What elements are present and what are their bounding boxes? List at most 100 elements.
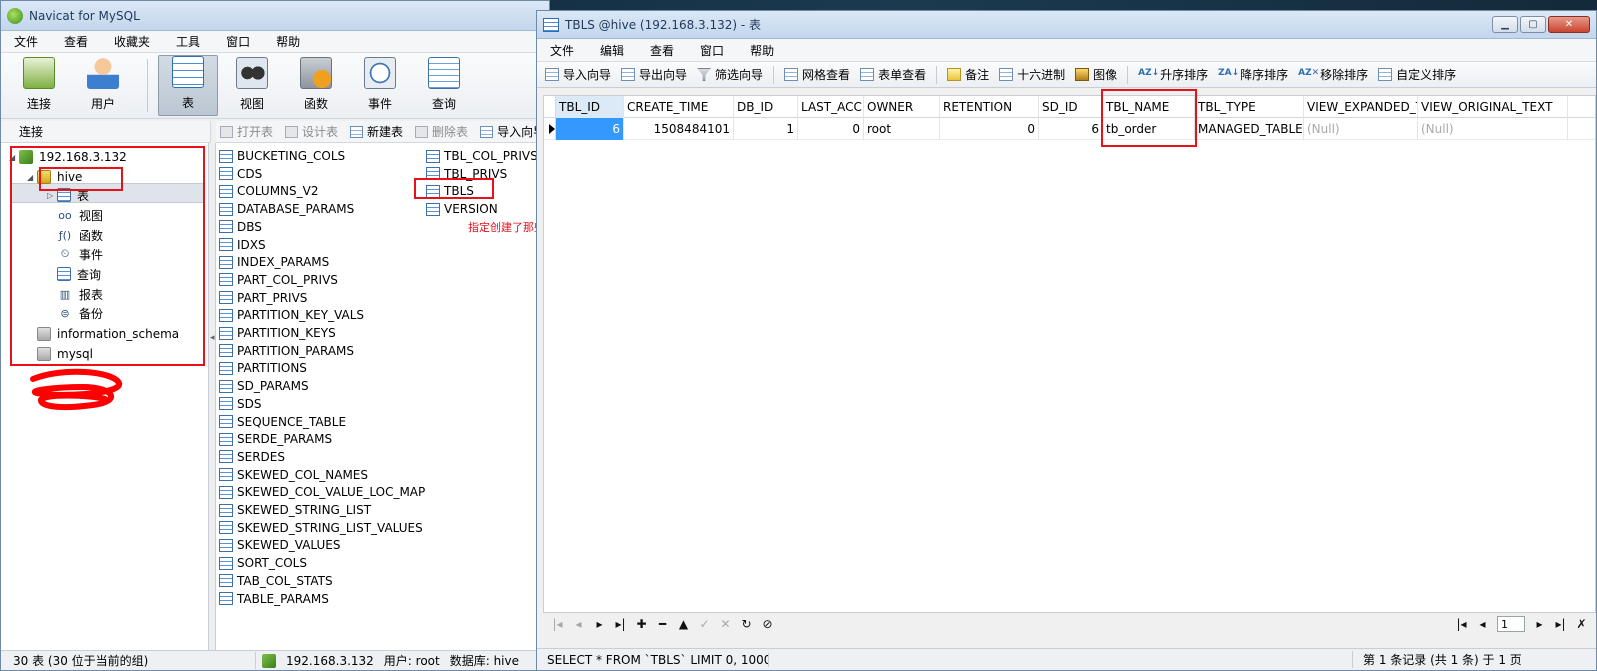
table-list-item[interactable]: PART_COL_PRIVS [219,271,338,289]
table-list-item[interactable]: SD_PARAMS [219,377,309,395]
grid-view-button[interactable]: 网格查看 [784,66,850,83]
table-list-item[interactable]: COLUMNS_V2 [219,182,319,200]
confirm-edit-icon[interactable]: ✓ [694,617,715,631]
table-list-item[interactable]: SORT_COLS [219,554,307,572]
previous-page-icon[interactable]: ◂ [1472,617,1493,631]
connect-button[interactable]: 连接 [9,55,69,116]
table-list-item[interactable]: TBL_COL_PRIVS [426,147,538,165]
open-table-button[interactable]: 打开表 [220,123,273,140]
table-list-item[interactable]: DATABASE_PARAMS [219,200,354,218]
menu-help[interactable]: 帮助 [263,33,313,50]
refresh-icon[interactable]: ↻ [736,617,757,631]
col-header-owner[interactable]: OWNER [864,96,940,118]
cell-last-access[interactable]: 0 [798,118,864,140]
settings-tools-icon[interactable]: ✗ [1571,617,1592,631]
cell-tbl-id[interactable]: 6 [556,118,624,140]
cell-retention[interactable]: 0 [940,118,1039,140]
table-list-item[interactable]: CDS [219,165,262,183]
table-list-item[interactable]: VERSION [426,200,498,218]
table-list-item[interactable]: PART_PRIVS [219,289,307,307]
memo-button[interactable]: 备注 [947,66,989,83]
stop-icon[interactable]: ⊘ [757,617,778,631]
page-number-input[interactable]: 1 [1497,616,1525,632]
table-list-item[interactable]: SERDES [219,448,285,466]
table-list-item[interactable]: PARTITION_PARAMS [219,342,354,360]
menu-file[interactable]: 文件 [1,33,51,50]
last-record-icon[interactable]: ▸| [610,617,631,631]
col-header-view-original-text[interactable]: VIEW_ORIGINAL_TEXT [1418,96,1568,118]
menu-edit[interactable]: 编辑 [587,42,637,59]
delete-table-button[interactable]: 删除表 [415,123,468,140]
table-list-item[interactable]: DBS [219,218,262,236]
pane-splitter[interactable]: ◂ [209,143,216,650]
menu-window[interactable]: 窗口 [687,42,737,59]
menu-view[interactable]: 查看 [51,33,101,50]
import-wizard-button[interactable]: 导入向导 [545,66,611,83]
col-header-sd-id[interactable]: SD_ID [1039,96,1103,118]
table-list-item[interactable]: TAB_COL_STATS [219,572,333,590]
next-record-icon[interactable]: ▸ [589,617,610,631]
table-button[interactable]: 表 [158,55,218,116]
menu-file[interactable]: 文件 [537,42,587,59]
cancel-edit-icon[interactable]: ✕ [715,617,736,631]
close-button[interactable]: ✕ [1548,16,1590,33]
last-page-icon[interactable]: ▸| [1550,617,1571,631]
table-list-item[interactable]: SDS [219,395,261,413]
form-view-button[interactable]: 表单查看 [860,66,926,83]
user-button[interactable]: 用户 [73,55,133,116]
menu-favorites[interactable]: 收藏夹 [101,33,163,50]
menu-help[interactable]: 帮助 [737,42,787,59]
cell-view-expanded-text[interactable]: (Null) [1304,118,1418,140]
cell-owner[interactable]: root [864,118,940,140]
minimize-button[interactable]: ▁ [1492,16,1518,33]
design-table-button[interactable]: 设计表 [285,123,338,140]
event-button[interactable]: 事件 [350,55,410,116]
cell-view-original-text[interactable]: (Null) [1418,118,1568,140]
cell-db-id[interactable]: 1 [734,118,798,140]
first-record-icon[interactable]: |◂ [547,617,568,631]
apply-edit-icon[interactable]: ▲ [673,617,694,631]
menu-window[interactable]: 窗口 [213,33,263,50]
sort-desc-button[interactable]: ZA↓ 降序排序 [1218,66,1288,83]
table-list-item[interactable]: PARTITIONS [219,359,307,377]
cell-tbl-type[interactable]: MANAGED_TABLE [1195,118,1304,140]
cell-sd-id[interactable]: 6 [1039,118,1103,140]
menu-view[interactable]: 查看 [637,42,687,59]
add-record-icon[interactable]: ✚ [631,617,652,631]
export-wizard-button[interactable]: 导出向导 [621,66,687,83]
new-table-button[interactable]: 新建表 [350,123,403,140]
function-button[interactable]: 函数 [286,55,346,116]
col-header-tbl-id[interactable]: TBL_ID [556,96,624,118]
maximize-button[interactable]: ▢ [1520,16,1546,33]
col-header-db-id[interactable]: DB_ID [734,96,798,118]
table-list-item[interactable]: IDXS [219,236,266,254]
table-list-item[interactable]: SEQUENCE_TABLE [219,413,346,431]
table-list-item[interactable]: SKEWED_STRING_LIST [219,501,371,519]
table-list-item[interactable]: INDEX_PARAMS [219,253,329,271]
table-row[interactable]: 6 1508484101 1 0 root 0 6 tb_order MANAG… [544,118,1595,140]
hex-button[interactable]: 十六进制 [999,66,1065,83]
table-list-item[interactable]: SERDE_PARAMS [219,430,332,448]
delete-record-icon[interactable]: ━ [652,617,673,631]
table-list-item[interactable]: BUCKETING_COLS [219,147,345,165]
next-page-icon[interactable]: ▸ [1529,617,1550,631]
cell-create-time[interactable]: 1508484101 [624,118,734,140]
menu-tools[interactable]: 工具 [163,33,213,50]
table-list-item[interactable]: SKEWED_STRING_LIST_VALUES [219,519,423,537]
view-button[interactable]: 视图 [222,55,282,116]
table-list-item[interactable]: PARTITION_KEY_VALS [219,306,364,324]
custom-sort-button[interactable]: 自定义排序 [1378,66,1456,83]
table-list-item[interactable]: SKEWED_VALUES [219,536,340,554]
sort-asc-button[interactable]: AZ↓ 升序排序 [1138,66,1208,83]
col-header-view-expanded-text[interactable]: VIEW_EXPANDED_T [1304,96,1418,118]
col-header-retention[interactable]: RETENTION [940,96,1039,118]
table-list-item[interactable]: SKEWED_COL_VALUE_LOC_MAP [219,483,425,501]
col-header-tbl-type[interactable]: TBL_TYPE [1195,96,1304,118]
query-button[interactable]: 查询 [414,55,474,116]
filter-wizard-button[interactable]: 筛选向导 [697,66,763,83]
table-list-item[interactable]: PARTITION_KEYS [219,324,336,342]
col-header-last-access[interactable]: LAST_ACCE [798,96,864,118]
table-list-item[interactable]: SKEWED_COL_NAMES [219,466,368,484]
previous-record-icon[interactable]: ◂ [568,617,589,631]
first-page-icon[interactable]: |◂ [1451,617,1472,631]
